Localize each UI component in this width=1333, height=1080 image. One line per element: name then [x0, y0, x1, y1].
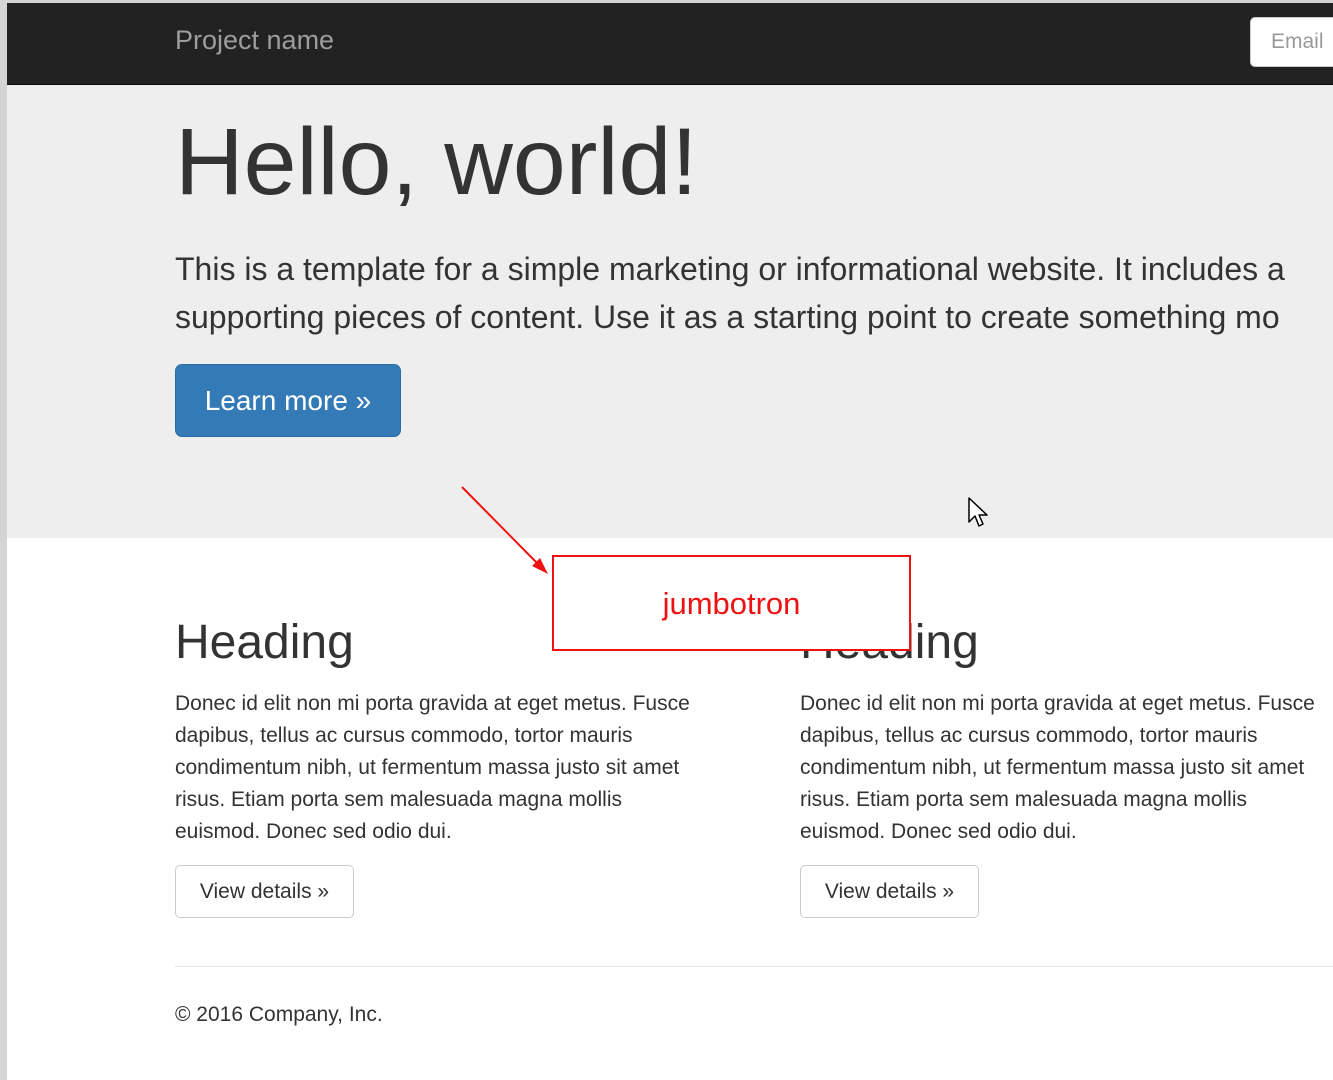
- content-column: Heading Donec id elit non mi porta gravi…: [175, 616, 755, 918]
- column-body-line: euismod. Donec sed odio dui.: [800, 819, 1077, 843]
- navbar-brand[interactable]: Project name: [175, 25, 334, 56]
- column-body-line: condimentum nibh, ut fermentum massa jus…: [175, 755, 680, 779]
- jumbotron-lead-line: supporting pieces of content. Use it as …: [175, 299, 1280, 335]
- annotation-label-box: jumbotron: [552, 555, 911, 651]
- jumbotron-lead-line: This is a template for a simple marketin…: [175, 251, 1285, 287]
- email-input[interactable]: [1250, 17, 1333, 67]
- browser-viewport: Project name Hello, world! This is a tem…: [7, 3, 1333, 1080]
- column-body-line: risus. Etiam porta sem malesuada magna m…: [800, 787, 1248, 811]
- column-body: Donec id elit non mi porta gravida at eg…: [175, 688, 750, 848]
- navbar: Project name: [7, 3, 1333, 85]
- column-body-line: dapibus, tellus ac cursus commodo, torto…: [800, 723, 1258, 747]
- column-body-line: Donec id elit non mi porta gravida at eg…: [800, 691, 1315, 715]
- jumbotron-title: Hello, world!: [175, 109, 698, 215]
- jumbotron: Hello, world! This is a template for a s…: [7, 85, 1333, 538]
- footer-copyright: © 2016 Company, Inc.: [175, 1003, 383, 1026]
- content-column: Heading Donec id elit non mi porta gravi…: [800, 616, 1333, 918]
- column-body-line: euismod. Donec sed odio dui.: [175, 819, 452, 843]
- column-body: Donec id elit non mi porta gravida at eg…: [800, 688, 1333, 848]
- column-body-line: condimentum nibh, ut fermentum massa jus…: [800, 755, 1305, 779]
- view-details-button[interactable]: View details »: [175, 865, 354, 918]
- learn-more-button[interactable]: Learn more »: [175, 364, 401, 437]
- footer-divider: [175, 966, 1333, 967]
- mouse-pointer-icon: [968, 497, 988, 527]
- column-body-line: Donec id elit non mi porta gravida at eg…: [175, 691, 690, 715]
- jumbotron-lead: This is a template for a simple marketin…: [175, 245, 1333, 341]
- view-details-button[interactable]: View details »: [800, 865, 979, 918]
- column-body-line: dapibus, tellus ac cursus commodo, torto…: [175, 723, 633, 747]
- column-body-line: risus. Etiam porta sem malesuada magna m…: [175, 787, 623, 811]
